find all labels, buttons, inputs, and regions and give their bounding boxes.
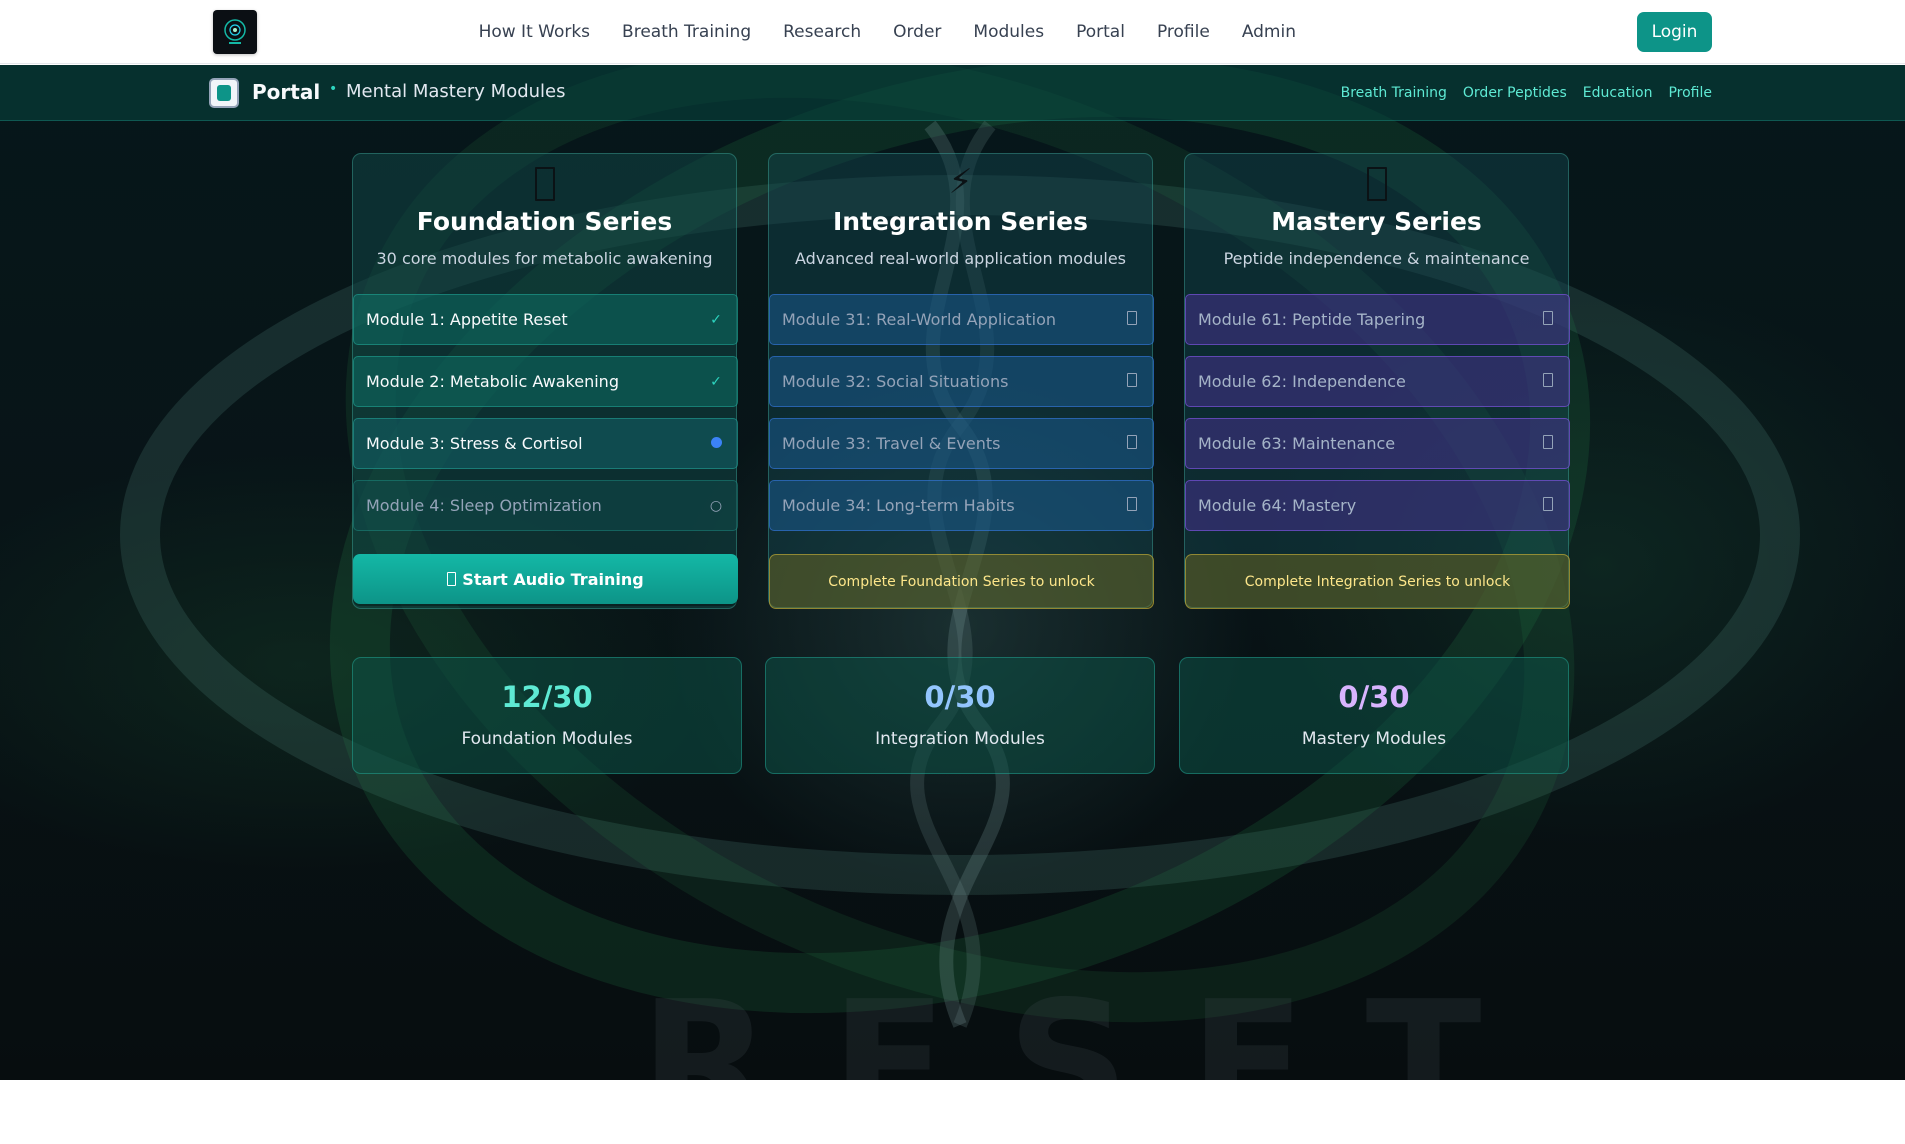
sublink-breath-training[interactable]: Breath Training (1341, 85, 1447, 101)
lock-icon (1539, 496, 1557, 515)
portal-icon (209, 78, 239, 108)
lightning-icon: ⚡ (948, 162, 973, 202)
brain-icon (353, 162, 736, 202)
module-item-33[interactable]: Module 33: Travel & Events (769, 418, 1154, 469)
unlock-requirement-notice: Complete Integration Series to unlock (1185, 554, 1570, 609)
title-separator: • (329, 81, 338, 97)
stat-value: 0/30 (924, 680, 996, 714)
portal-quick-links: Breath Training Order Peptides Education… (1341, 65, 1712, 121)
check-icon: ✓ (710, 373, 722, 390)
portal-title: Portal (252, 80, 321, 104)
sublink-profile[interactable]: Profile (1668, 85, 1712, 101)
integration-series-card: ⚡ Integration Series Advanced real-world… (768, 153, 1154, 609)
lock-icon (1539, 372, 1557, 391)
module-label: Module 31: Real-World Application (782, 310, 1057, 329)
lock-icon (1123, 434, 1141, 453)
nav-research[interactable]: Research (767, 0, 877, 64)
module-label: Module 64: Mastery (1198, 496, 1357, 515)
unlock-requirement-notice: Complete Foundation Series to unlock (769, 554, 1154, 609)
module-label: Module 4: Sleep Optimization (366, 496, 602, 515)
sublink-education[interactable]: Education (1583, 85, 1653, 101)
portal-main: RESET Portal • Mental Mastery Modules Br… (0, 65, 1905, 1080)
button-label: Start Audio Training (462, 569, 644, 589)
lock-icon (1123, 496, 1141, 515)
foundation-series-card: Foundation Series 30 core modules for me… (352, 153, 738, 609)
brain-logo-icon (224, 19, 246, 44)
module-label: Module 2: Metabolic Awakening (366, 372, 619, 391)
series-title: Integration Series (833, 207, 1088, 236)
portal-subheader: Portal • Mental Mastery Modules Breath T… (0, 65, 1905, 121)
series-title: Foundation Series (416, 207, 673, 236)
portal-subtitle: Mental Mastery Modules (346, 81, 566, 102)
lock-icon (1539, 310, 1557, 329)
series-title: Mastery Series (1271, 207, 1482, 236)
stat-value: 0/30 (1338, 680, 1410, 714)
in-progress-dot-icon (707, 436, 725, 452)
module-label: Module 61: Peptide Tapering (1198, 310, 1426, 329)
module-item-2[interactable]: Module 2: Metabolic Awakening ✓ (353, 356, 738, 407)
brand-logo[interactable] (213, 10, 257, 54)
headphones-icon (447, 572, 457, 586)
series-description: Peptide independence & maintenance (1223, 249, 1530, 268)
nav-admin[interactable]: Admin (1226, 0, 1312, 64)
sublink-order-peptides[interactable]: Order Peptides (1463, 85, 1567, 101)
lock-icon (1539, 434, 1557, 453)
series-description: Advanced real-world application modules (795, 249, 1126, 268)
top-navbar: How It Works Breath Training Research Or… (0, 0, 1905, 64)
main-nav-links: How It Works Breath Training Research Or… (463, 0, 1312, 64)
stat-value: 12/30 (501, 680, 593, 714)
nav-how-it-works[interactable]: How It Works (463, 0, 606, 64)
module-item-34[interactable]: Module 34: Long-term Habits (769, 480, 1154, 531)
nav-order[interactable]: Order (877, 0, 957, 64)
module-label: Module 63: Maintenance (1198, 434, 1396, 453)
module-label: Module 3: Stress & Cortisol (366, 434, 583, 453)
mastery-series-card: Mastery Series Peptide independence & ma… (1184, 153, 1570, 609)
series-description: 30 core modules for metabolic awakening (376, 249, 713, 268)
nav-modules[interactable]: Modules (957, 0, 1060, 64)
check-icon: ✓ (710, 311, 722, 328)
module-item-61[interactable]: Module 61: Peptide Tapering (1185, 294, 1570, 345)
trophy-icon (1185, 162, 1568, 202)
start-audio-training-button[interactable]: Start Audio Training (353, 554, 738, 604)
module-item-31[interactable]: Module 31: Real-World Application (769, 294, 1154, 345)
module-label: Module 1: Appetite Reset (366, 310, 568, 329)
empty-circle-icon: ○ (709, 497, 723, 514)
stat-label: Integration Modules (875, 729, 1045, 749)
stat-label: Mastery Modules (1301, 729, 1447, 749)
module-label: Module 33: Travel & Events (782, 434, 1001, 453)
nav-profile[interactable]: Profile (1141, 0, 1226, 64)
module-label: Module 34: Long-term Habits (782, 496, 1015, 515)
module-item-64[interactable]: Module 64: Mastery (1185, 480, 1570, 531)
stat-label: Foundation Modules (461, 729, 633, 749)
module-label: Module 32: Social Situations (782, 372, 1009, 391)
login-button[interactable]: Login (1637, 12, 1712, 52)
module-item-63[interactable]: Module 63: Maintenance (1185, 418, 1570, 469)
module-item-1[interactable]: Module 1: Appetite Reset ✓ (353, 294, 738, 345)
stat-mastery-progress: 0/30 Mastery Modules (1179, 657, 1569, 774)
nav-portal[interactable]: Portal (1060, 0, 1141, 64)
lock-icon (1123, 372, 1141, 391)
module-item-3[interactable]: Module 3: Stress & Cortisol (353, 418, 738, 469)
module-item-4[interactable]: Module 4: Sleep Optimization ○ (353, 480, 738, 531)
module-label: Module 62: Independence (1198, 372, 1406, 391)
background-reset-word: RESET (640, 965, 1542, 1080)
module-item-32[interactable]: Module 32: Social Situations (769, 356, 1154, 407)
stat-foundation-progress: 12/30 Foundation Modules (352, 657, 742, 774)
module-item-62[interactable]: Module 62: Independence (1185, 356, 1570, 407)
nav-breath-training[interactable]: Breath Training (606, 0, 767, 64)
stat-integration-progress: 0/30 Integration Modules (765, 657, 1155, 774)
lock-icon (1123, 310, 1141, 329)
